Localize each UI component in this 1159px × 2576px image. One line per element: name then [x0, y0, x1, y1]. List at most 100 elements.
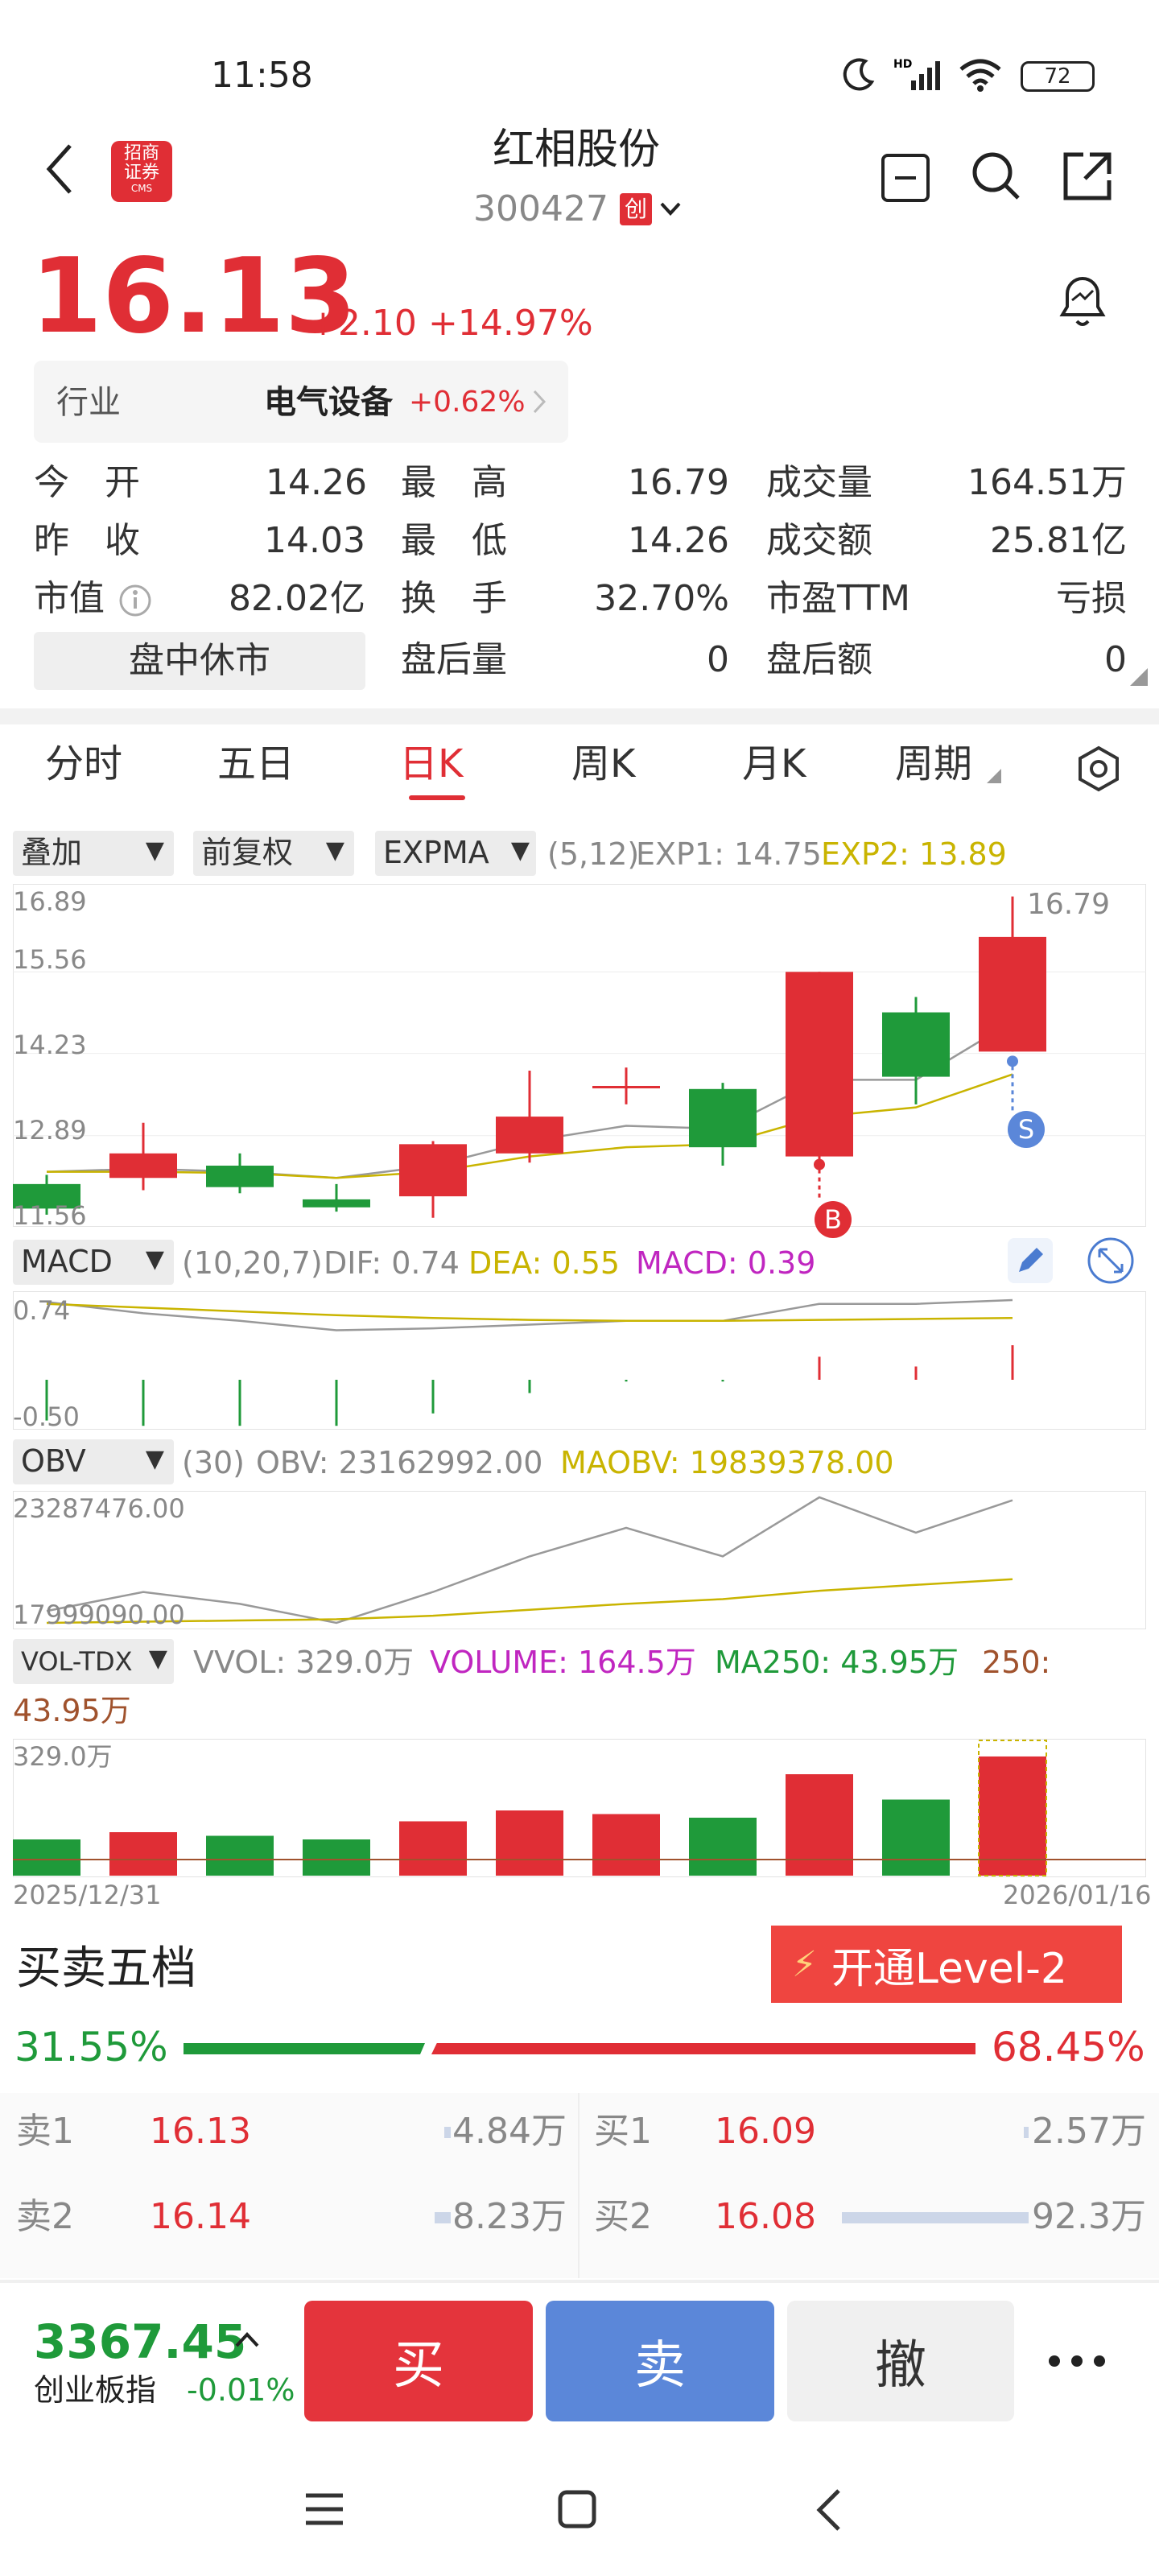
broker-logo-sub: CMS — [130, 183, 153, 194]
macd-bar — [238, 1380, 241, 1426]
buy-button[interactable]: 买 — [304, 2301, 533, 2421]
candle-body — [109, 1153, 177, 1179]
search-icon[interactable] — [970, 150, 1023, 203]
tab-weekly-k[interactable]: 周K — [571, 745, 635, 783]
battery-icon: 72 — [1021, 61, 1095, 92]
industry-label: 行业 — [56, 384, 121, 421]
macd-chart[interactable] — [13, 1291, 1146, 1430]
bid-1-volume: 2.57万 — [1032, 2111, 1146, 2152]
chevron-down-icon[interactable] — [658, 197, 683, 221]
tab-monthly-k[interactable]: 月K — [742, 745, 806, 783]
candlestick-chart[interactable] — [13, 884, 1146, 1227]
y-label-15-56: 15.56 — [13, 944, 87, 975]
tab-five-day[interactable]: 五日 — [217, 745, 295, 783]
broker-logo: 招商 证券 CMS — [111, 141, 172, 202]
macd-y-bottom: -0.50 — [13, 1402, 80, 1432]
tab-daily-k[interactable]: 日K — [399, 745, 463, 783]
candle-body — [206, 1166, 274, 1187]
macd-dropdown[interactable]: MACD ▼ — [13, 1240, 174, 1285]
prev-close-value: 14.03 — [264, 520, 365, 561]
volume-bar — [303, 1839, 370, 1876]
volume-value-label: VOLUME: 164.5万 — [430, 1645, 696, 1680]
macd-frame — [13, 1291, 1146, 1430]
macd-bar — [721, 1380, 724, 1382]
nav-menu-icon[interactable] — [304, 2489, 344, 2529]
nav-back-icon[interactable] — [813, 2486, 845, 2534]
bottom-bar-shadow — [0, 2280, 1159, 2283]
info-icon[interactable] — [118, 583, 153, 618]
expma-exp1: EXP1: 14.75 — [636, 836, 822, 872]
section-divider — [0, 708, 1159, 724]
price-change: +2.10 — [308, 303, 417, 344]
industry-bar[interactable]: 行业 电气设备 +0.62% — [34, 361, 568, 443]
volume-chart[interactable] — [13, 1739, 1146, 1877]
macd-dropdown-label: MACD — [21, 1244, 113, 1279]
chevron-up-icon[interactable] — [233, 2330, 261, 2349]
vol-dropdown-label: VOL-TDX — [21, 1646, 133, 1677]
low-label: 最 低 — [401, 520, 507, 561]
overlay-dropdown-label: 叠加 — [21, 835, 83, 870]
expma-params: (5,12) — [547, 836, 640, 872]
price-alert-bell-icon[interactable] — [1054, 270, 1111, 329]
stock-code[interactable]: 300427 — [473, 192, 608, 227]
macd-dif: DIF: 0.74 — [324, 1245, 460, 1281]
obv-y-top: 23287476.00 — [13, 1493, 185, 1524]
maobv-value: MAOBV: 19839378.00 — [560, 1445, 894, 1480]
turnover-rate-value: 32.70% — [594, 578, 729, 619]
lightning-icon: ⚡ — [792, 1943, 817, 1985]
back-icon[interactable] — [44, 141, 76, 197]
nav-home-icon[interactable] — [557, 2489, 597, 2529]
obv-line — [46, 1496, 1013, 1624]
y-label-14-23: 14.23 — [13, 1030, 87, 1060]
turnover-amount-label: 成交额 — [766, 520, 872, 561]
cancel-button[interactable]: 撤 — [787, 2301, 1014, 2421]
market-cap-label: 市值 — [34, 578, 105, 619]
share-icon[interactable] — [1061, 150, 1114, 203]
volume-label: 成交量 — [766, 462, 872, 503]
cancel-button-label: 撤 — [875, 2336, 926, 2396]
caret-down-icon: ▼ — [510, 836, 530, 865]
maobv-line — [46, 1578, 1013, 1624]
moon-icon — [841, 56, 876, 92]
bid-1-price: 16.09 — [715, 2111, 816, 2152]
more-icon[interactable] — [1046, 2349, 1107, 2373]
tab-period[interactable]: 周期 — [895, 745, 972, 783]
ma250-value: MA250: 43.95万 — [715, 1645, 959, 1680]
y-label-11-56: 11.56 — [13, 1200, 87, 1231]
sell-button[interactable]: 卖 — [546, 2301, 774, 2421]
macd-value: MACD: 0.39 — [636, 1245, 816, 1281]
indicator-dropdown[interactable]: EXPMA ▼ — [375, 831, 536, 876]
vol-dropdown[interactable]: VOL-TDX ▼ — [13, 1639, 174, 1684]
macd-bar — [528, 1380, 531, 1393]
settings-hex-icon[interactable] — [1074, 745, 1123, 793]
high-label: 最 高 — [401, 462, 507, 503]
level2-button[interactable]: ⚡ 开通Level-2 — [771, 1926, 1122, 2003]
buy-button-label: 买 — [393, 2336, 444, 2396]
overlay-dropdown[interactable]: 叠加 ▼ — [13, 831, 174, 876]
buy-signal-label: B — [824, 1204, 842, 1235]
ask-1-label: 卖1 — [16, 2111, 74, 2152]
obv-dropdown[interactable]: OBV ▼ — [13, 1439, 174, 1484]
minus-box-icon[interactable] — [881, 153, 930, 203]
adjust-dropdown[interactable]: 前复权 ▼ — [193, 831, 354, 876]
index-name: 创业板指 — [34, 2372, 157, 2408]
edit-pencil-icon[interactable] — [1008, 1238, 1053, 1283]
tab-intraday[interactable]: 分时 — [45, 745, 122, 783]
macd-y-top: 0.74 — [13, 1295, 71, 1326]
caret-down-icon: ▼ — [148, 1645, 167, 1673]
index-value[interactable]: 3367.45 — [34, 2318, 246, 2365]
expand-corner-icon[interactable] — [1130, 668, 1148, 686]
candle-body — [979, 936, 1046, 1052]
pe-label: 市盈TTM — [766, 578, 910, 619]
macd-bar — [625, 1380, 628, 1382]
price-change-pct: +14.97% — [428, 303, 593, 344]
active-tab-indicator — [409, 795, 465, 800]
fullscreen-icon[interactable] — [1087, 1236, 1135, 1285]
after-volume-value: 0 — [707, 639, 729, 680]
signal-icon: HD — [893, 56, 942, 92]
adjust-dropdown-label: 前复权 — [201, 835, 294, 870]
sell-ratio: 68.45% — [992, 2024, 1145, 2070]
macd-params: (10,20,7) — [182, 1245, 323, 1281]
volume-bar — [786, 1774, 853, 1876]
buy-signal-dot — [814, 1158, 825, 1170]
